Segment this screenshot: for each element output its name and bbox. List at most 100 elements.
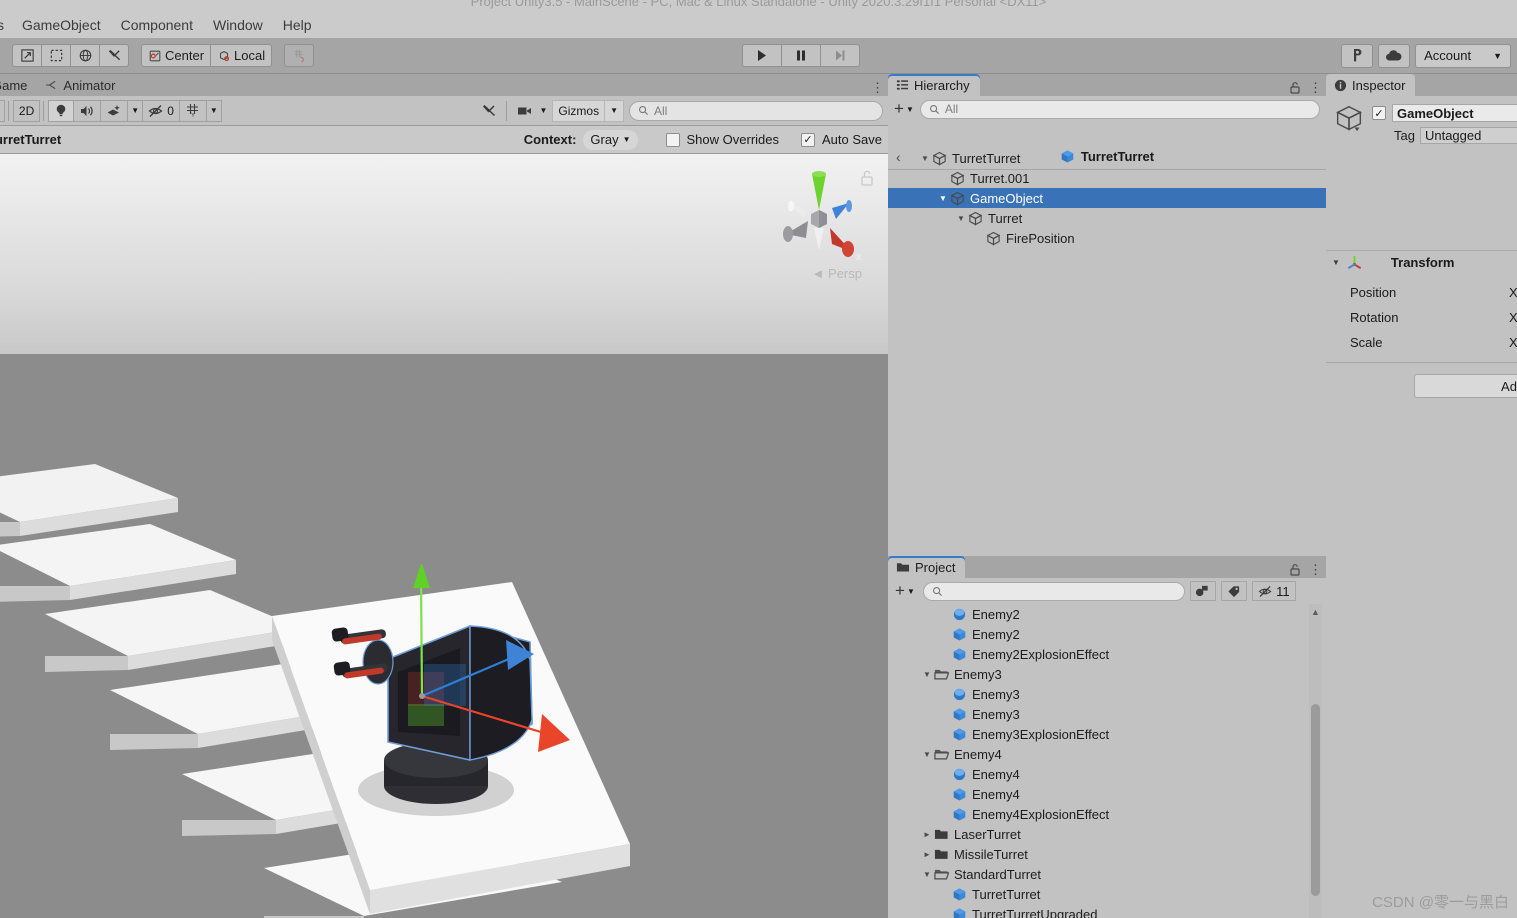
- scene-grid-dropdown[interactable]: ▼: [205, 99, 222, 122]
- cloud-button[interactable]: [1378, 43, 1411, 68]
- tab-inspector[interactable]: Inspector: [1326, 74, 1416, 96]
- chevron-right-icon[interactable]: ►: [920, 850, 934, 859]
- scene-viewport[interactable]: z x ◄ Persp: [0, 154, 888, 918]
- project-row[interactable]: ▼ Enemy4: [888, 744, 1308, 764]
- hierarchy-row[interactable]: ▼ Turret: [888, 208, 1326, 228]
- project-hidden-button[interactable]: 11: [1251, 581, 1296, 601]
- project-row[interactable]: Enemy2: [888, 624, 1308, 644]
- project-row[interactable]: ► LaserTurret: [888, 824, 1308, 844]
- project-tree[interactable]: Enemy2 Enemy2 Enemy2ExplosionEffect ▼ Enemy3…: [888, 604, 1308, 918]
- rotate-tool-button[interactable]: [70, 44, 100, 67]
- kebab-menu-icon[interactable]: ⋮: [1309, 563, 1322, 576]
- lock-icon[interactable]: [1289, 81, 1301, 94]
- step-button[interactable]: [820, 44, 860, 67]
- perspective-label[interactable]: ◄ Persp: [812, 266, 862, 281]
- menu-window[interactable]: Window: [203, 12, 273, 38]
- move-tool-button[interactable]: [12, 44, 42, 67]
- chevron-down-icon[interactable]: ▼: [920, 670, 934, 679]
- show-overrides-checkbox[interactable]: [665, 132, 680, 147]
- custom-tool-button[interactable]: [99, 44, 129, 67]
- hierarchy-row[interactable]: Turret.001: [888, 168, 1326, 188]
- grid-snap-button[interactable]: [284, 44, 315, 67]
- scene-lighting-button[interactable]: [48, 99, 75, 122]
- project-search-input[interactable]: [922, 581, 1185, 601]
- project-add-button[interactable]: + ▼: [892, 582, 918, 599]
- rotation-x-label[interactable]: X: [1509, 310, 1517, 325]
- scene-audio-button[interactable]: [73, 99, 102, 122]
- tab-inspector-label: Inspector: [1352, 77, 1406, 93]
- scene-search-input[interactable]: All: [629, 100, 883, 121]
- add-component-button[interactable]: Ad: [1414, 374, 1517, 398]
- scale-x-label[interactable]: X: [1509, 335, 1517, 350]
- menu-component[interactable]: Component: [111, 12, 203, 38]
- project-row[interactable]: TurretTurret: [888, 884, 1308, 904]
- hierarchy-row[interactable]: ▼ GameObject: [888, 188, 1326, 208]
- chevron-down-icon[interactable]: ▼: [954, 214, 968, 223]
- project-row[interactable]: Enemy3: [888, 684, 1308, 704]
- scene-fx-dropdown[interactable]: ▼: [127, 99, 144, 122]
- scene-camera-button[interactable]: ▼: [511, 100, 553, 122]
- scene-fx-button[interactable]: [100, 99, 129, 122]
- menu-assets-clipped[interactable]: s: [0, 12, 12, 38]
- project-row[interactable]: Enemy4: [888, 764, 1308, 784]
- play-button[interactable]: [742, 44, 782, 67]
- transform-component-header[interactable]: ▼ Transform: [1326, 250, 1517, 274]
- project-filter-label-button[interactable]: [1220, 581, 1247, 601]
- rect-tool-button[interactable]: [41, 44, 71, 67]
- kebab-menu-icon[interactable]: ⋮: [871, 81, 884, 94]
- chevron-down-icon[interactable]: ▼: [920, 870, 934, 879]
- project-row[interactable]: ▼ StandardTurret: [888, 864, 1308, 884]
- auto-save-checkbox[interactable]: ✓: [801, 132, 815, 147]
- tab-project[interactable]: Project: [888, 556, 966, 578]
- project-row[interactable]: ► MissileTurret: [888, 844, 1308, 864]
- project-row[interactable]: ▼ Enemy3: [888, 664, 1308, 684]
- menu-gameobject[interactable]: GameObject: [12, 12, 111, 38]
- hierarchy-row[interactable]: ▼ TurretTurret: [888, 148, 1326, 168]
- scene-tools-button[interactable]: [475, 100, 503, 122]
- chevron-down-icon[interactable]: ▼: [918, 154, 932, 163]
- tab-hierarchy[interactable]: Hierarchy: [888, 74, 980, 96]
- project-row[interactable]: Enemy4ExplosionEffect: [888, 804, 1308, 824]
- hierarchy-search-input[interactable]: All: [919, 99, 1320, 119]
- kebab-menu-icon[interactable]: ⋮: [1309, 81, 1322, 94]
- project-row[interactable]: Enemy2ExplosionEffect: [888, 644, 1308, 664]
- chevron-right-icon[interactable]: ►: [920, 830, 934, 839]
- tag-dropdown[interactable]: Untagged: [1419, 127, 1517, 144]
- hierarchy-tree[interactable]: ▼ TurretTurret Turret.001 ▼ GameObject ▼ Turre…: [888, 148, 1326, 556]
- pause-button[interactable]: [781, 44, 821, 67]
- pivot-mode-button[interactable]: Center: [141, 44, 212, 67]
- account-button[interactable]: Account ▼: [1415, 43, 1511, 68]
- project-filter-type-button[interactable]: [1189, 581, 1216, 601]
- scene-grid-button[interactable]: Y: [178, 99, 207, 122]
- scroll-up-icon[interactable]: ▲: [1311, 607, 1320, 617]
- context-dropdown[interactable]: Gray ▼: [583, 129, 638, 150]
- unlock-icon[interactable]: [860, 170, 874, 186]
- collab-button[interactable]: [1341, 43, 1374, 68]
- project-row[interactable]: Enemy3ExplosionEffect: [888, 724, 1308, 744]
- mode-2d-button[interactable]: 2D: [12, 99, 41, 122]
- tab-game[interactable]: Game: [0, 74, 37, 96]
- hierarchy-add-button[interactable]: + ▼: [894, 100, 914, 117]
- gameobject-enabled-checkbox[interactable]: ✓: [1372, 106, 1386, 120]
- tab-animator[interactable]: Animator: [37, 74, 125, 96]
- project-row[interactable]: Enemy3: [888, 704, 1308, 724]
- project-row[interactable]: TurretTurretUpgraded: [888, 904, 1308, 918]
- project-row-label: Enemy3ExplosionEffect: [972, 726, 1110, 742]
- menu-help[interactable]: Help: [273, 12, 322, 38]
- project-scrollbar[interactable]: ▲: [1309, 604, 1322, 918]
- scene-hidden-objects-button[interactable]: 0: [142, 99, 180, 122]
- position-x-label[interactable]: X: [1509, 285, 1517, 300]
- draw-mode-dropdown[interactable]: ▼: [0, 99, 5, 122]
- chevron-down-icon[interactable]: ▼: [1332, 258, 1340, 267]
- hierarchy-row[interactable]: FirePosition: [888, 228, 1326, 248]
- project-row[interactable]: Enemy4: [888, 784, 1308, 804]
- gizmos-dropdown[interactable]: ▼: [604, 99, 624, 122]
- lock-icon[interactable]: [1289, 563, 1301, 576]
- scrollbar-thumb[interactable]: [1311, 704, 1320, 896]
- project-row[interactable]: Enemy2: [888, 604, 1308, 624]
- gizmos-button[interactable]: Gizmos: [552, 99, 606, 122]
- handle-rotation-button[interactable]: Local: [210, 44, 273, 67]
- gameobject-name-field[interactable]: GameObject: [1392, 104, 1517, 122]
- chevron-down-icon[interactable]: ▼: [936, 194, 950, 203]
- chevron-down-icon[interactable]: ▼: [920, 750, 934, 759]
